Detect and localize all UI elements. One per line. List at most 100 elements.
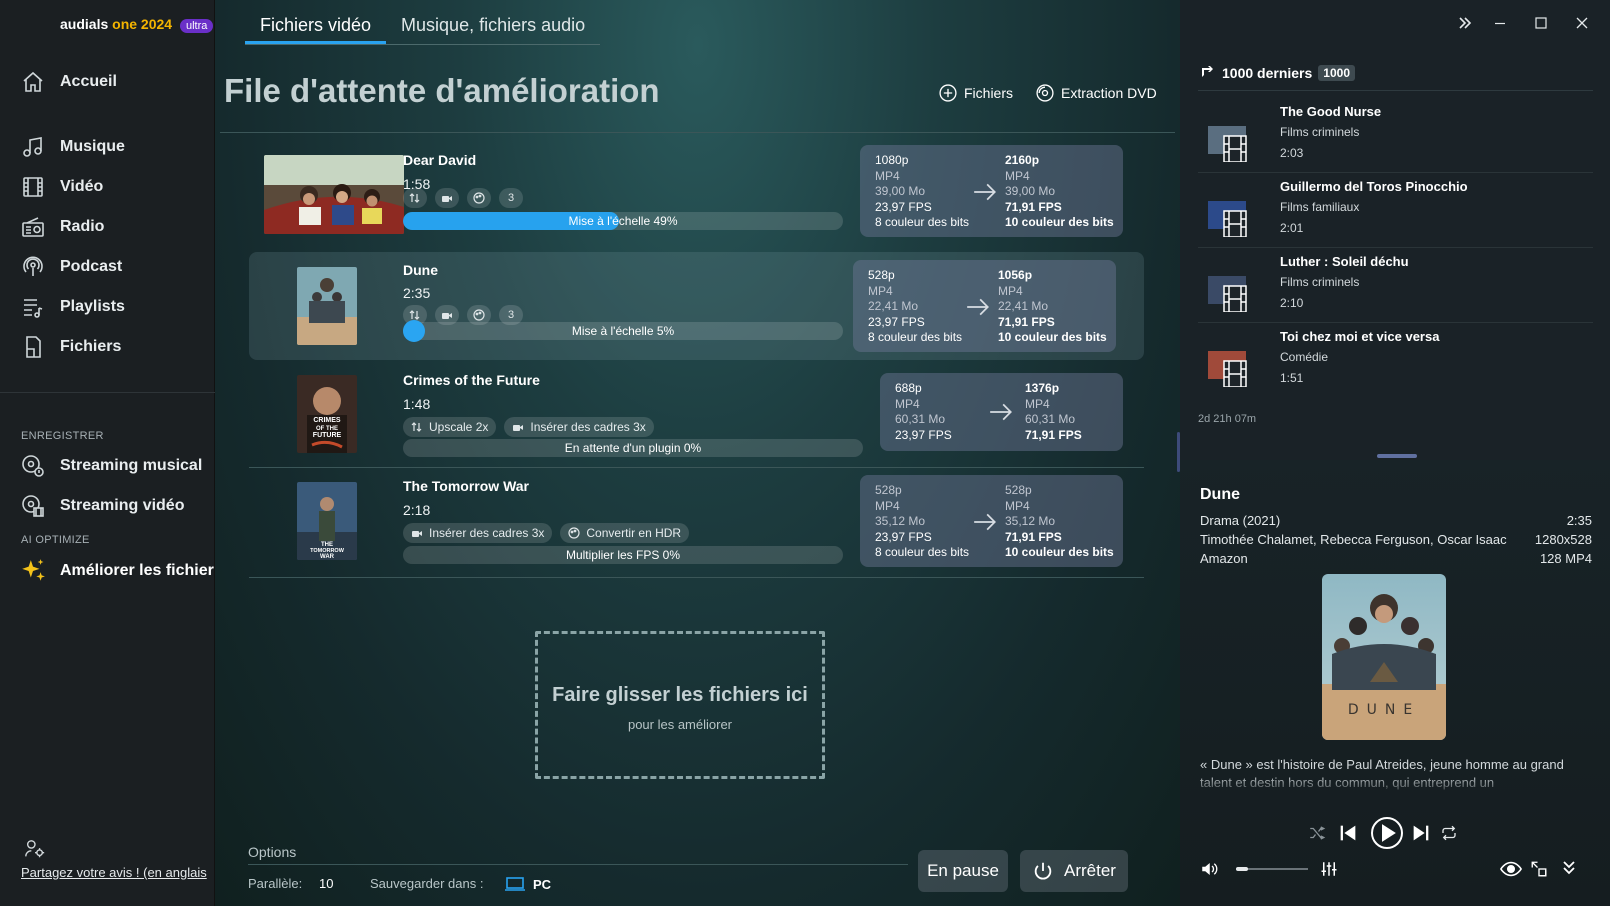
target-specs: 528p MP4 35,12 Mo 71,91 FPS 10 couleur d… bbox=[1005, 483, 1114, 561]
progress-label: En attente d'un plugin 0% bbox=[564, 441, 702, 455]
progress-label: Multiplier les FPS 0% bbox=[565, 548, 681, 562]
recent-item[interactable]: Luther : Soleil déchu Films criminels 2:… bbox=[1198, 250, 1593, 323]
queue-row-crimes-of-the-future[interactable]: CRIMES OF THE FUTURE Crimes of the Futur… bbox=[249, 365, 1144, 473]
visibility-button[interactable] bbox=[1499, 860, 1523, 883]
eye-icon bbox=[1499, 861, 1523, 877]
recent-divider bbox=[1198, 322, 1593, 323]
sidebar: audials one 2024 ultra Accueil Musique V… bbox=[0, 0, 215, 906]
sparkle-icon bbox=[20, 558, 46, 584]
sidebar-item-radio[interactable]: Radio bbox=[0, 208, 215, 246]
video-thumbnail bbox=[264, 155, 404, 234]
add-files-button[interactable]: Fichiers bbox=[938, 83, 1013, 103]
video-title: The Tomorrow War bbox=[403, 478, 529, 494]
music-icon bbox=[20, 134, 46, 160]
recent-item[interactable]: Guillermo del Toros Pinocchio Films fami… bbox=[1198, 175, 1593, 248]
play-button[interactable] bbox=[1370, 816, 1404, 855]
skip-forward-icon bbox=[1413, 825, 1429, 841]
volume-button[interactable] bbox=[1200, 860, 1218, 883]
poster-title-text: DUNE bbox=[1348, 702, 1420, 718]
panel-resize-handle[interactable] bbox=[1177, 432, 1180, 472]
recent-duration: 2:10 bbox=[1280, 296, 1304, 310]
pause-button[interactable]: En pause bbox=[918, 850, 1008, 892]
save-location-text: PC bbox=[533, 876, 552, 892]
sidebar-item-ameliorer[interactable]: Améliorer les fichier bbox=[0, 552, 215, 590]
minimize-button[interactable] bbox=[1494, 16, 1506, 34]
page-title: File d'attente d'amélioration bbox=[224, 72, 660, 109]
recent-item[interactable]: Toi chez moi et vice versa Comédie 1:51 bbox=[1198, 325, 1593, 398]
palette-icon bbox=[568, 527, 580, 539]
poster-text-line3: WAR bbox=[320, 554, 335, 560]
spec-panel: 688p MP4 60,31 Mo 23,97 FPS 1376p MP4 60… bbox=[880, 373, 1123, 451]
recent-header: 1000 derniers 1000 bbox=[1200, 65, 1355, 81]
spec-panel: 528p MP4 22,41 Mo 23,97 FPS 8 couleur de… bbox=[853, 260, 1116, 352]
sidebar-item-fichiers[interactable]: Fichiers bbox=[0, 328, 215, 366]
spec-panel: 1080p MP4 39,00 Mo 23,97 FPS 8 couleur d… bbox=[860, 145, 1123, 237]
previous-button[interactable] bbox=[1337, 822, 1359, 849]
collapse-panel-button[interactable] bbox=[1458, 16, 1472, 35]
right-panel: 1000 derniers 1000 The Good Nurse Films … bbox=[1177, 0, 1610, 906]
task-chip-frames: Insérer des cadres 3x bbox=[504, 417, 654, 437]
stop-button[interactable]: Arrêter bbox=[1020, 850, 1128, 892]
dst-size: 22,41 Mo bbox=[998, 299, 1049, 314]
section-record-heading: ENREGISTRER bbox=[21, 430, 104, 442]
poster-text-line3: FUTURE bbox=[313, 432, 342, 439]
sidebar-item-musique[interactable]: Musique bbox=[0, 128, 215, 166]
feedback-link[interactable]: Partagez votre avis ! (en anglais bbox=[21, 865, 207, 880]
detail-row: Amazon 128 MP4 bbox=[1200, 551, 1592, 566]
progress-bar: Multiplier les FPS 0% bbox=[403, 546, 843, 564]
recent-genre: Films criminels bbox=[1280, 275, 1360, 289]
arrow-right-icon bbox=[974, 513, 996, 531]
detail-description: « Dune » est l'histoire de Paul Atreides… bbox=[1200, 757, 1564, 790]
close-button[interactable] bbox=[1576, 16, 1588, 34]
upscale-icon bbox=[411, 422, 422, 432]
video-duration: 2:18 bbox=[403, 502, 431, 518]
dst-size: 60,31 Mo bbox=[1025, 412, 1076, 427]
arrow-right-icon bbox=[974, 183, 996, 201]
dst-bitdepth: 10 couleur des bits bbox=[1005, 545, 1114, 560]
tab-video-files[interactable]: Fichiers vidéo bbox=[245, 0, 387, 44]
sidebar-item-accueil[interactable]: Accueil bbox=[0, 63, 215, 101]
dvd-extraction-button[interactable]: Extraction DVD bbox=[1035, 83, 1157, 103]
sidebar-item-playlists[interactable]: Playlists bbox=[0, 288, 215, 326]
row-divider bbox=[249, 467, 1144, 468]
collapse-player-button[interactable] bbox=[1562, 860, 1576, 881]
minimize-icon bbox=[1495, 22, 1505, 25]
src-size: 35,12 Mo bbox=[875, 514, 926, 529]
feedback-icon[interactable] bbox=[24, 838, 46, 865]
shuffle-button[interactable] bbox=[1308, 824, 1326, 847]
tab-audio-files[interactable]: Musique, fichiers audio bbox=[386, 0, 600, 44]
progress-label: Mise à l'échelle 5% bbox=[571, 324, 675, 338]
maximize-button[interactable] bbox=[1535, 16, 1547, 34]
queue-row-dune[interactable]: Dune 2:35 3 Mise à l'échelle 5% 528p MP4… bbox=[249, 252, 1144, 360]
recent-title: Guillermo del Toros Pinocchio bbox=[1280, 179, 1468, 194]
src-bitdepth: 8 couleur des bits bbox=[868, 330, 963, 345]
queue-row-dear-david[interactable]: Dear David 1:58 3 Mise à l'échelle 49% 1… bbox=[249, 145, 1144, 253]
film-thumbnail-icon bbox=[1204, 191, 1250, 238]
poster-text-line1: CRIMES bbox=[313, 417, 341, 424]
sidebar-item-label: Musique bbox=[60, 138, 125, 155]
sidebar-item-streaming-video[interactable]: Streaming vidéo bbox=[0, 487, 215, 525]
source-specs: 528p MP4 22,41 Mo 23,97 FPS 8 couleur de… bbox=[868, 268, 962, 346]
recent-item[interactable]: The Good Nurse Films criminels 2:03 bbox=[1198, 100, 1593, 173]
task-chip-hdr: Convertir en HDR bbox=[560, 523, 690, 543]
mini-player-button[interactable] bbox=[1530, 860, 1548, 883]
src-resolution: 528p bbox=[875, 483, 902, 497]
source-specs: 688p MP4 60,31 Mo 23,97 FPS bbox=[895, 381, 952, 443]
repeat-button[interactable] bbox=[1440, 824, 1458, 847]
src-resolution: 1080p bbox=[875, 153, 909, 167]
parallel-value[interactable]: 10 bbox=[319, 876, 333, 891]
sidebar-item-streaming-musical[interactable]: Streaming musical bbox=[0, 447, 215, 485]
save-location-value[interactable]: PC bbox=[505, 876, 551, 892]
sidebar-item-podcast[interactable]: Podcast bbox=[0, 248, 215, 286]
sidebar-item-video[interactable]: Vidéo bbox=[0, 168, 215, 206]
equalizer-button[interactable] bbox=[1320, 860, 1338, 883]
src-format: MP4 bbox=[875, 168, 900, 183]
panel-splitter[interactable] bbox=[1377, 454, 1417, 458]
stop-label: Arrêter bbox=[1064, 861, 1116, 880]
queue-row-tomorrow-war[interactable]: THE TOMORROW WAR The Tomorrow War 2:18 I… bbox=[249, 470, 1144, 578]
home-icon bbox=[20, 69, 46, 95]
dst-resolution: 1056p bbox=[998, 268, 1033, 282]
file-drop-zone[interactable]: Faire glisser les fichiers ici pour les … bbox=[535, 631, 825, 779]
next-button[interactable] bbox=[1410, 822, 1432, 849]
video-title: Crimes of the Future bbox=[403, 372, 540, 388]
